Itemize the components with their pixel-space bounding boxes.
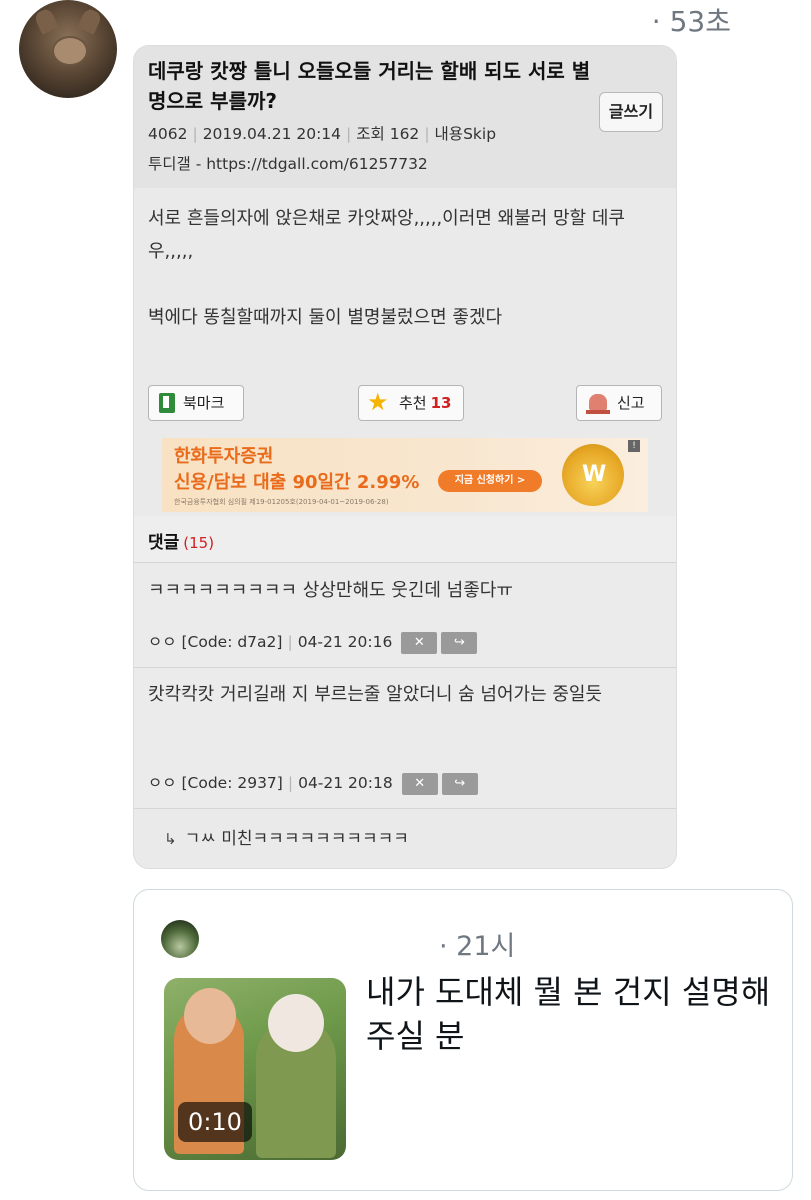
user-avatar[interactable] <box>19 0 117 98</box>
post-body: 서로 흔들의자에 앉은채로 카앗짜앙,,,,,이러면 왜불러 망할 데쿠우,,,… <box>148 202 658 334</box>
post-datetime: 2019.04.21 20:14 <box>202 125 342 143</box>
comment-time: 04-21 20:18 <box>298 774 393 792</box>
star-icon: ★ <box>367 388 389 416</box>
video-thumbnail[interactable]: 0:10 <box>164 978 346 1160</box>
siren-icon <box>586 394 610 414</box>
quoted-timestamp[interactable]: · 21시 <box>439 924 515 963</box>
reply-arrow-icon: ↪ <box>441 772 478 795</box>
ad-badge: W <box>582 462 607 487</box>
ad-info-icon: ! <box>628 440 640 452</box>
reply-comment: ↳ ㄱㅆ 미친ㅋㅋㅋㅋㅋㅋㅋㅋㅋㅋ <box>164 824 409 849</box>
comment-code: [Code: 2937] <box>181 774 283 792</box>
ad-brand: 한화투자증권 <box>174 446 274 467</box>
comment-time: 04-21 20:16 <box>297 633 393 651</box>
comments-header: 댓글 (15) <box>134 516 676 563</box>
delete-icon: ✕ <box>401 631 438 654</box>
thumbnail-figure <box>184 988 236 1044</box>
post-source: 투디갤 - https://tdgall.com/61257732 <box>148 155 428 173</box>
reply-text: ㄱㅆ 미친ㅋㅋㅋㅋㅋㅋㅋㅋㅋㅋ <box>184 829 409 849</box>
thumbnail-figure <box>268 994 324 1052</box>
bookmark-label: 북마크 <box>183 394 225 412</box>
quoted-tweet[interactable]: · 21시 0:10 내가 도대체 뭘 본 건지 설명해 주실 분 <box>133 889 793 1191</box>
comment-meta: ㅇㅇ [Code: 2937] | 04-21 20:18 ✕ ↪ <box>148 771 478 795</box>
report-button: 신고 <box>576 385 662 421</box>
delete-icon: ✕ <box>401 772 438 795</box>
comment-item: ㅋㅋㅋㅋㅋㅋㅋㅋㅋ 상상만해도 웃긴데 넘좋다ㅠ ㅇㅇ [Code: d7a2]… <box>134 564 676 668</box>
comment-author: ㅇㅇ <box>148 633 177 651</box>
comments-count: (15) <box>183 534 215 552</box>
post-number: 4062 <box>148 125 188 143</box>
comment-item: 캇칵칵캇 거리길래 지 부르는줄 알았더니 숨 넘어가는 중일듯 ㅇㅇ [Cod… <box>134 668 676 809</box>
reply-arrow-icon: ↪ <box>441 631 478 654</box>
bookmark-icon <box>159 393 175 413</box>
tweet-timestamp[interactable]: · 53초 <box>652 0 731 40</box>
bookmark-button: 북마크 <box>148 385 244 421</box>
post-body-paragraph: 서로 흔들의자에 앉은채로 카앗짜앙,,,,,이러면 왜불러 망할 데쿠우,,,… <box>148 208 625 262</box>
post-screenshot-card[interactable]: 데쿠랑 캇짱 틀니 오들오들 거리는 할배 되도 서로 별명으로 부를까? 글쓰… <box>133 45 677 869</box>
post-content-skip: 내용Skip <box>434 125 497 143</box>
recommend-button: ★ 추천 13 <box>358 385 464 421</box>
ad-headline: 신용/담보 대출 90일간 2.99% <box>174 472 420 493</box>
comments-label: 댓글 <box>148 533 180 553</box>
avatar-snout <box>52 36 88 66</box>
ad-cta-button: 지금 신청하기 > <box>438 470 542 492</box>
report-label: 신고 <box>617 394 645 412</box>
post-body-paragraph: 벽에다 똥칠할때까지 둘이 별명불렀으면 좋겠다 <box>148 307 503 328</box>
write-button: 글쓰기 <box>599 92 663 132</box>
recommend-label: 추천 <box>399 394 427 412</box>
reply-arrow-icon: ↳ <box>164 830 177 848</box>
post-title: 데쿠랑 캇짱 틀니 오들오들 거리는 할배 되도 서로 별명으로 부를까? <box>148 59 591 113</box>
comment-text: ㅋㅋㅋㅋㅋㅋㅋㅋㅋ 상상만해도 웃긴데 넘좋다ㅠ <box>148 580 513 601</box>
video-duration: 0:10 <box>178 1102 252 1142</box>
avatar-ear <box>33 7 59 35</box>
comment-code: [Code: d7a2] <box>181 633 283 651</box>
ad-banner: 한화투자증권 신용/담보 대출 90일간 2.99% 지금 신청하기 > 한국금… <box>162 438 648 512</box>
post-views: 조회 162 <box>356 125 420 143</box>
comment-author: ㅇㅇ <box>148 774 177 792</box>
money-pouch-icon: W <box>562 444 624 506</box>
comment-text: 캇칵칵캇 거리길래 지 부르는줄 알았더니 숨 넘어가는 중일듯 <box>148 684 603 705</box>
quoted-tweet-text: 내가 도대체 뭘 본 건지 설명해 주실 분 <box>366 973 771 1055</box>
ad-fine-print: 한국금융투자협회 심의필 제19-01205호(2019-04-01~2019-… <box>174 498 389 506</box>
post-meta: 4062 | 2019.04.21 20:14 | 조회 162 | 내용Skip <box>148 125 497 143</box>
quoted-user-avatar[interactable] <box>161 920 199 958</box>
comment-meta: ㅇㅇ [Code: d7a2] | 04-21 20:16 ✕ ↪ <box>148 630 478 654</box>
recommend-count: 13 <box>430 394 452 412</box>
avatar-ear <box>77 7 103 35</box>
